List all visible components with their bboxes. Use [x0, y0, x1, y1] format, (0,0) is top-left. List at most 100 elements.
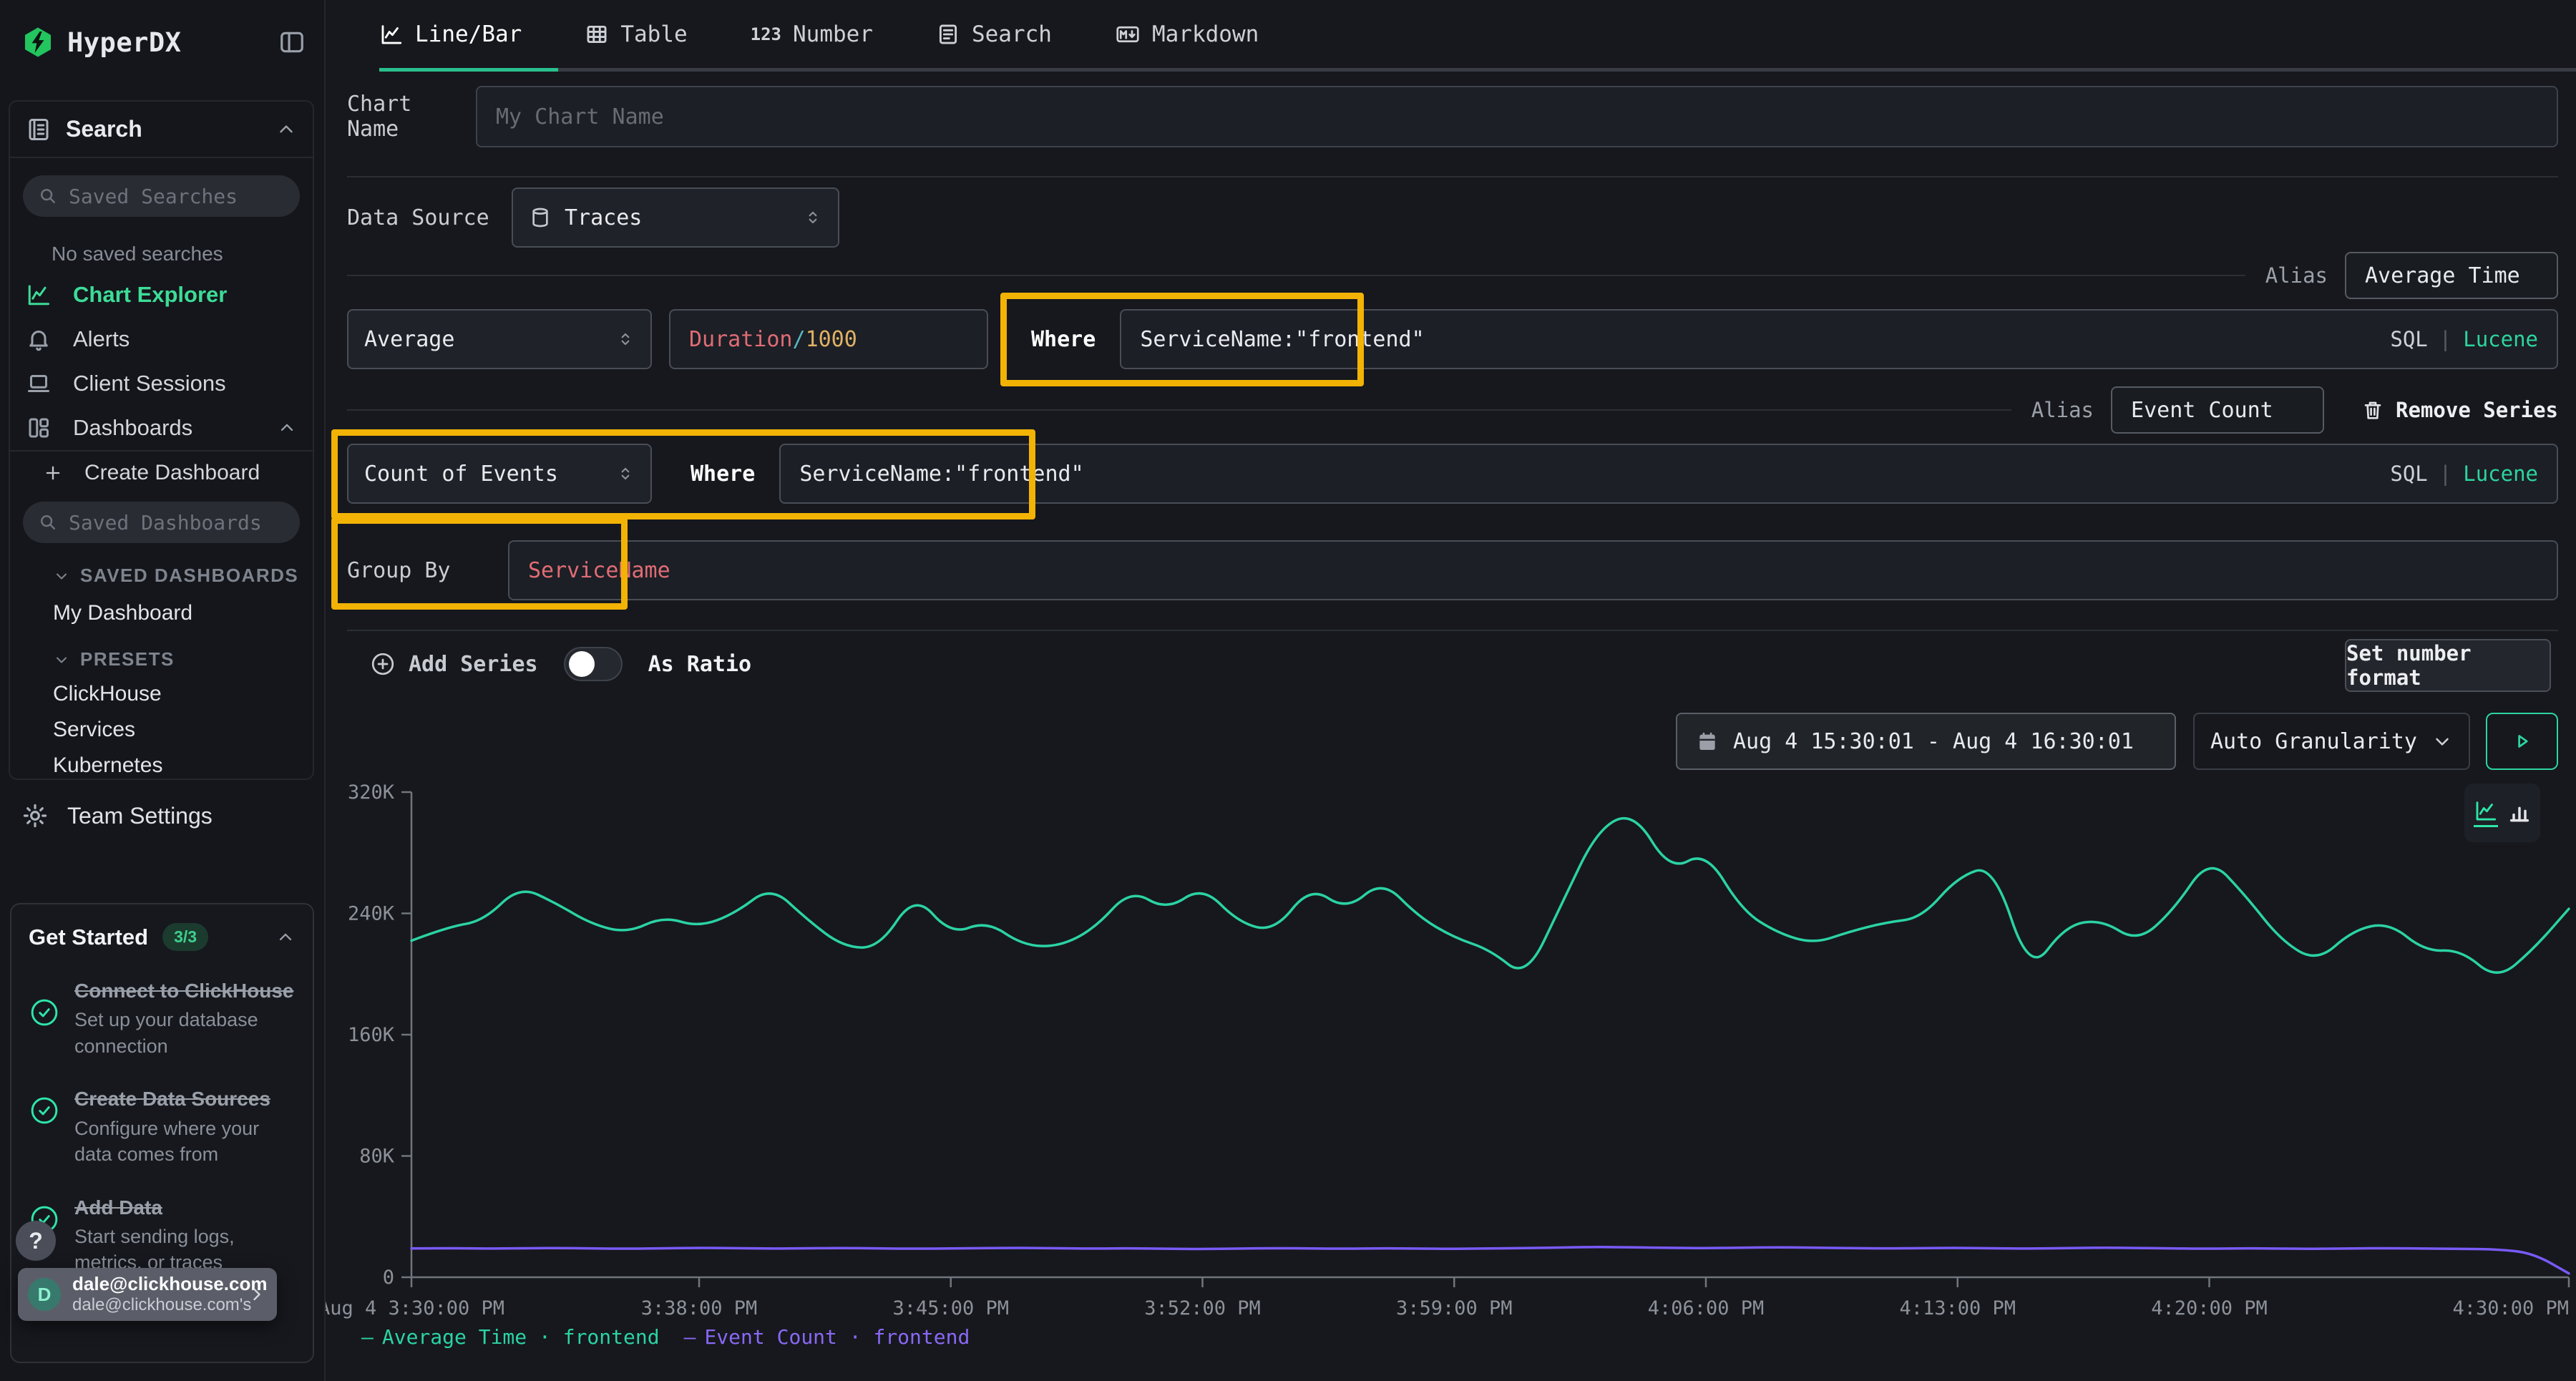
user-menu[interactable]: D dale@clickhouse.com dale@clickhouse.co…: [18, 1268, 277, 1321]
bell-icon: [26, 326, 52, 352]
sidebar-item-services[interactable]: Services: [10, 712, 313, 748]
series2-where-input[interactable]: ServiceName:"frontend" SQL | Lucene: [779, 444, 2558, 504]
play-icon: [2512, 731, 2533, 752]
circle-plus-icon: [370, 651, 396, 677]
chevron-up-icon[interactable]: [277, 418, 297, 438]
dashboard-grid-icon: [26, 415, 52, 441]
tab-markdown[interactable]: Markdown: [1115, 21, 1259, 47]
tab-search[interactable]: Search: [936, 21, 1052, 47]
chevron-up-icon[interactable]: [275, 119, 297, 140]
sidebar-item-kubernetes[interactable]: Kubernetes: [10, 748, 313, 780]
svg-text:4:13:00 PM: 4:13:00 PM: [1899, 1297, 2016, 1319]
select-chevrons-icon: [804, 208, 822, 227]
get-started-step[interactable]: Connect to ClickHouse Set up your databa…: [29, 978, 296, 1059]
logo-row: HyperDX: [0, 0, 324, 59]
sidebar-item-alerts[interactable]: Alerts: [10, 317, 313, 361]
step-title: Connect to ClickHouse: [74, 978, 296, 1004]
saved-dashboards-section[interactable]: SAVED DASHBOARDS: [10, 550, 313, 592]
gear-icon: [21, 802, 49, 829]
group-by-input[interactable]: ServiceName: [508, 540, 2558, 600]
get-started-step[interactable]: Add Data Start sending logs, metrics, or…: [29, 1195, 296, 1276]
sidebar-item-team-settings[interactable]: Team Settings: [0, 793, 234, 839]
svg-text:3:52:00 PM: 3:52:00 PM: [1144, 1297, 1261, 1319]
chevron-down-icon: [53, 567, 70, 585]
tab-number[interactable]: 123 Number: [751, 21, 873, 47]
data-source-label: Data Source: [347, 205, 512, 230]
chevron-right-icon: [247, 1284, 267, 1304]
collapse-sidebar-icon[interactable]: [278, 29, 306, 56]
svg-text:4:30:00 PM: 4:30:00 PM: [2452, 1297, 2569, 1319]
remove-series-button[interactable]: Remove Series: [2361, 398, 2558, 422]
series1-field-input[interactable]: Duration/1000: [669, 309, 988, 369]
svg-text:320K: 320K: [348, 781, 395, 804]
number-123-icon: 123: [751, 24, 781, 44]
series1-where-label: Where: [1031, 327, 1096, 352]
get-started-progress-badge: 3/3: [162, 923, 208, 951]
data-source-value: Traces: [565, 205, 791, 230]
app-title: HyperDX: [67, 27, 181, 58]
series1-aggregation-select[interactable]: Average: [347, 309, 652, 369]
help-button[interactable]: ?: [16, 1221, 56, 1261]
select-chevrons-icon: [616, 330, 635, 348]
sql-mode-toggle[interactable]: SQL: [2390, 327, 2427, 351]
line-chart-icon: [26, 282, 52, 308]
chart-legend: — Average Time · frontend — Event Count …: [361, 1325, 970, 1349]
bar-chart-icon[interactable]: [2508, 801, 2531, 824]
legend-item-event-count[interactable]: — Event Count · frontend: [684, 1325, 970, 1349]
tab-table[interactable]: Table: [585, 21, 687, 47]
sidebar-section-search[interactable]: Search: [10, 102, 313, 157]
series1-alias-input[interactable]: Average Time: [2345, 252, 2558, 299]
series1-where-input[interactable]: ServiceName:"frontend" SQL | Lucene: [1120, 309, 2558, 369]
sidebar-item-chart-explorer[interactable]: Chart Explorer: [10, 273, 313, 317]
series2-alias-input[interactable]: Event Count: [2111, 386, 2324, 434]
lucene-mode-toggle[interactable]: Lucene: [2463, 327, 2538, 351]
svg-text:4:20:00 PM: 4:20:00 PM: [2151, 1297, 2268, 1319]
check-circle-icon: [29, 1095, 60, 1167]
timeseries-chart[interactable]: 080K160K240K320KAug 4 3:30:00 PM3:38:00 …: [326, 758, 2576, 1381]
sidebar-item-dashboards[interactable]: Dashboards: [10, 406, 313, 450]
line-chart-icon[interactable]: [2474, 799, 2498, 827]
sidebar-item-client-sessions[interactable]: Client Sessions: [10, 361, 313, 406]
search-doc-icon: [936, 22, 960, 47]
add-series-button[interactable]: Add Series: [370, 651, 538, 677]
tab-underline-track: [379, 68, 2576, 72]
as-ratio-label: As Ratio: [648, 652, 752, 677]
sidebar-nav-container: Search ⌘K No saved searches Chart Explor…: [9, 100, 314, 780]
svg-text:3:38:00 PM: 3:38:00 PM: [641, 1297, 758, 1319]
chart-display-toggle: [2464, 784, 2540, 842]
tab-line-bar[interactable]: Line/Bar: [379, 21, 522, 47]
hyperdx-logo-icon: [21, 26, 54, 59]
legend-item-average-time[interactable]: — Average Time · frontend: [361, 1325, 660, 1349]
search-icon: [37, 185, 59, 207]
svg-text:80K: 80K: [359, 1146, 395, 1168]
chevron-up-icon[interactable]: [275, 927, 296, 947]
no-saved-searches-note: No saved searches: [10, 224, 313, 273]
active-tab-underline: [379, 68, 558, 72]
line-chart-icon: [379, 22, 404, 47]
select-chevrons-icon: [616, 464, 635, 483]
sql-mode-toggle[interactable]: SQL: [2390, 462, 2427, 486]
saved-dashboards-field[interactable]: [69, 511, 314, 535]
chart-name-input[interactable]: [476, 86, 2558, 147]
step-desc: Set up your database connection: [74, 1007, 296, 1059]
create-dashboard-button[interactable]: Create Dashboard: [10, 452, 313, 494]
saved-searches-input[interactable]: ⌘K: [23, 175, 300, 217]
laptop-icon: [26, 371, 52, 396]
search-icon: [37, 512, 59, 533]
check-circle-icon: [29, 997, 60, 1059]
lucene-mode-toggle[interactable]: Lucene: [2463, 462, 2538, 486]
as-ratio-toggle[interactable]: [564, 647, 623, 681]
sidebar: HyperDX Search ⌘K No saved searches: [0, 0, 326, 1381]
saved-dashboards-input[interactable]: ⌘K: [23, 502, 300, 543]
chart-type-tabbar: Line/Bar Table 123 Number Search Markdow…: [326, 0, 2576, 72]
svg-text:160K: 160K: [348, 1024, 395, 1046]
sidebar-item-my-dashboard[interactable]: My Dashboard: [10, 592, 313, 634]
presets-section[interactable]: PRESETS: [10, 634, 313, 676]
sidebar-item-clickhouse[interactable]: ClickHouse: [10, 676, 313, 712]
data-source-select[interactable]: Traces: [512, 187, 839, 248]
get-started-step[interactable]: Create Data Sources Configure where your…: [29, 1086, 296, 1167]
series2-aggregation-select[interactable]: Count of Events: [347, 444, 652, 504]
svg-text:0: 0: [383, 1267, 394, 1289]
set-number-format-button[interactable]: Set number format: [2345, 639, 2551, 692]
saved-searches-field[interactable]: [69, 185, 314, 208]
